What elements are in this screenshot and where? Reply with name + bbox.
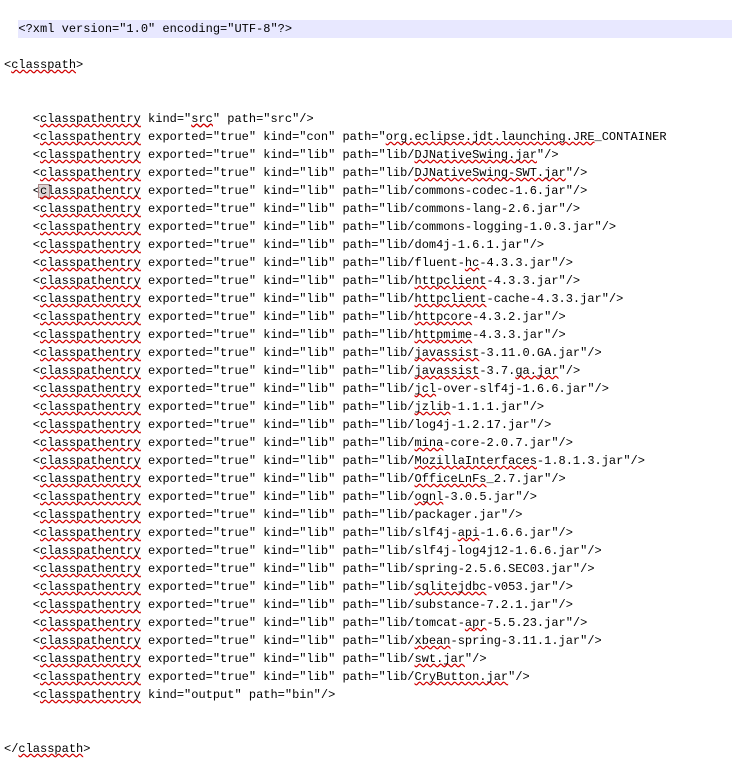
classpath-entry: <classpathentry exported="true" kind="li… bbox=[4, 218, 728, 236]
classpath-entry: <classpathentry exported="true" kind="li… bbox=[4, 272, 728, 290]
classpath-entry: <classpathentry exported="true" kind="li… bbox=[4, 416, 728, 434]
classpath-entry: <classpathentry exported="true" kind="li… bbox=[4, 236, 728, 254]
classpath-entry: <classpathentry exported="true" kind="li… bbox=[4, 524, 728, 542]
classpath-entry: <classpathentry exported="true" kind="li… bbox=[4, 578, 728, 596]
classpath-entry: <classpathentry exported="true" kind="li… bbox=[4, 506, 728, 524]
classpath-entry: <classpathentry kind="src" path="src"/> bbox=[4, 110, 728, 128]
classpath-entry: <classpathentry exported="true" kind="li… bbox=[4, 434, 728, 452]
code-editor[interactable]: <?xml version="1.0" encoding="UTF-8"?> <… bbox=[0, 0, 732, 778]
classpath-entry: <classpathentry exported="true" kind="co… bbox=[4, 128, 728, 146]
classpath-entry: <classpathentry exported="true" kind="li… bbox=[4, 542, 728, 560]
xml-declaration: <?xml version="1.0" encoding="UTF-8"?> bbox=[18, 20, 732, 38]
classpath-entry: <classpathentry exported="true" kind="li… bbox=[4, 326, 728, 344]
classpath-entry: <classpathentry exported="true" kind="li… bbox=[4, 344, 728, 362]
classpath-entry: <classpathentry exported="true" kind="li… bbox=[4, 632, 728, 650]
root-open: <classpath> bbox=[4, 56, 728, 74]
classpath-entry: <classpathentry exported="true" kind="li… bbox=[4, 668, 728, 686]
classpath-entry: <classpathentry exported="true" kind="li… bbox=[4, 488, 728, 506]
classpath-entry: <classpathentry exported="true" kind="li… bbox=[4, 290, 728, 308]
root-close: </classpath> bbox=[4, 740, 728, 758]
classpath-entry: <classpathentry exported="true" kind="li… bbox=[4, 650, 728, 668]
classpath-entry: <classpathentry exported="true" kind="li… bbox=[4, 164, 728, 182]
classpath-entry: <classpathentry exported="true" kind="li… bbox=[4, 380, 728, 398]
classpath-entry: <classpathentry exported="true" kind="li… bbox=[4, 362, 728, 380]
classpath-entry: <classpathentry exported="true" kind="li… bbox=[4, 614, 728, 632]
classpath-entry: <classpathentry exported="true" kind="li… bbox=[4, 146, 728, 164]
classpath-entry: <classpathentry exported="true" kind="li… bbox=[4, 470, 728, 488]
classpath-entry: <classpathentry exported="true" kind="li… bbox=[4, 182, 728, 200]
classpath-entry: <classpathentry exported="true" kind="li… bbox=[4, 560, 728, 578]
classpath-entry: <classpathentry kind="output" path="bin"… bbox=[4, 686, 728, 704]
classpath-entry: <classpathentry exported="true" kind="li… bbox=[4, 452, 728, 470]
classpath-entry: <classpathentry exported="true" kind="li… bbox=[4, 596, 728, 614]
classpath-entry: <classpathentry exported="true" kind="li… bbox=[4, 200, 728, 218]
classpath-entry: <classpathentry exported="true" kind="li… bbox=[4, 254, 728, 272]
classpath-entry: <classpathentry exported="true" kind="li… bbox=[4, 308, 728, 326]
classpath-entry: <classpathentry exported="true" kind="li… bbox=[4, 398, 728, 416]
